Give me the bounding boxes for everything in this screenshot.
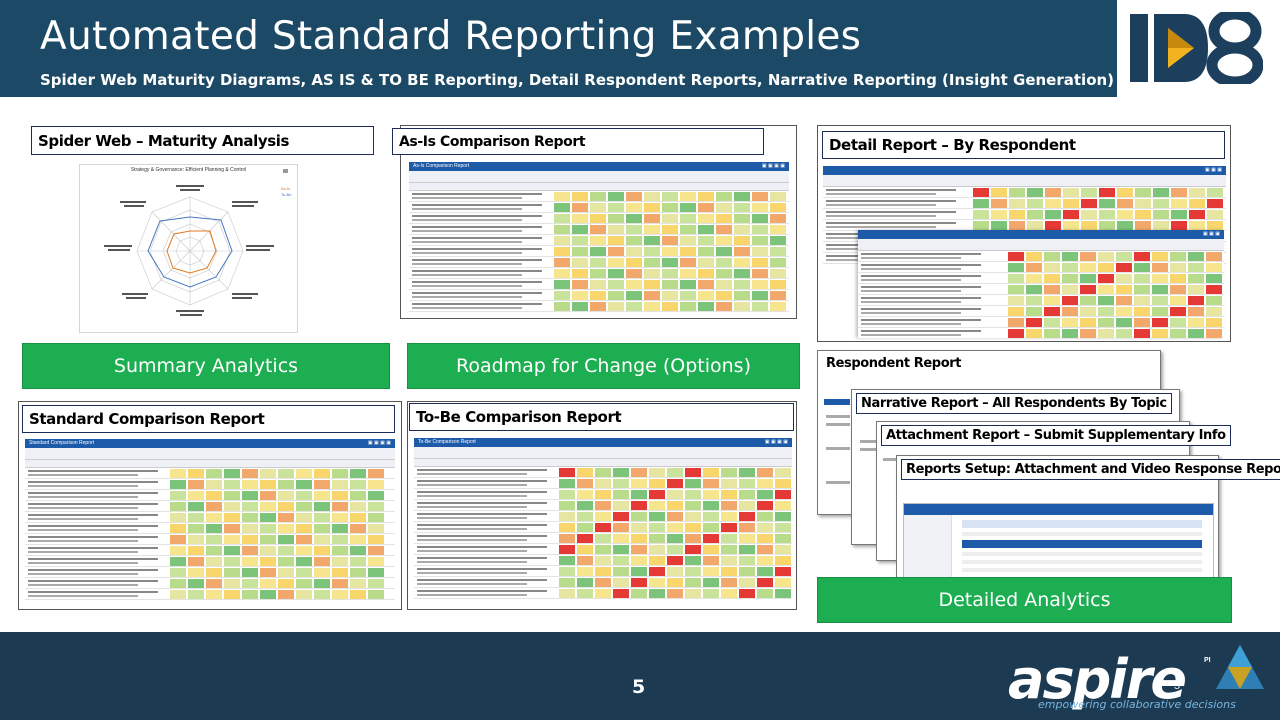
table-row [25,545,395,556]
standard-report-label: Standard Comparison Report [22,405,395,433]
table-row [409,224,789,235]
table-row [409,301,789,312]
table-row [25,578,395,589]
table-row [858,251,1224,262]
table-row [25,479,395,490]
slide-subtitle: Spider Web Maturity Diagrams, AS IS & TO… [40,71,1115,89]
table-row [25,556,395,567]
tobe-report-table: To-Be Comparison Report ▣ ▣ ▣ ▣ [414,438,792,605]
table-row [414,511,792,522]
reports-setup-label: Reports Setup: Attachment and Video Resp… [901,459,1280,480]
table-row [25,523,395,534]
table-row [414,522,792,533]
table-row [409,279,789,290]
table-row [25,490,395,501]
id8-logo [1130,12,1263,84]
slide: Automated Standard Reporting Examples Sp… [0,0,1280,720]
table-row [414,577,792,588]
tobe-bar-title: To-Be Comparison Report [418,439,476,445]
asis-bar-title: As-Is Comparison Report [413,163,470,169]
slide-title: Automated Standard Reporting Examples [40,14,862,59]
spider-web-thumbnail: Strategy & Governance: Efficient Plannin… [79,164,298,333]
table-row [414,500,792,511]
standard-bar-title: Standard Comparison Report [29,440,95,446]
table-row [409,191,789,202]
table-row [858,273,1224,284]
tobe-report-label: To-Be Comparison Report [409,403,794,431]
aspire-tagline: empowering collaborative decisions [1038,698,1236,711]
aspire-logo-sup: PI [1204,657,1211,664]
table-row [25,468,395,479]
table-row [25,501,395,512]
table-row [858,306,1224,317]
respondent-report-label: Respondent Report [822,354,966,373]
table-row [25,512,395,523]
detail-report-table-2: ▣ ▣ ▣ [858,230,1224,338]
detail-report-label: Detail Report – By Respondent [822,131,1225,159]
table-row [414,555,792,566]
summary-analytics-button[interactable]: Summary Analytics [22,343,390,389]
table-row [409,290,789,301]
asis-report-table: As-Is Comparison Report ▣ ▣ ▣ ▣ [409,162,789,315]
asis-report-label: As-Is Comparison Report [392,128,764,155]
table-row [823,209,1226,220]
spider-radar-chart [104,185,274,316]
table-row [414,478,792,489]
table-row [414,566,792,577]
table-row [414,489,792,500]
table-row [409,268,789,279]
reports-setup-card: Reports Setup: Attachment and Video Resp… [896,455,1280,583]
standard-report-table: Standard Comparison Report ▣ ▣ ▣ ▣ [25,439,395,605]
table-row [858,295,1224,306]
table-row [414,544,792,555]
roadmap-for-change-button[interactable]: Roadmap for Change (Options) [407,343,800,389]
table-row [25,589,395,600]
table-row [409,257,789,268]
spider-web-label: Spider Web – Maturity Analysis [31,126,374,155]
table-row [858,262,1224,273]
asis-report-bar: As-Is Comparison Report ▣ ▣ ▣ ▣ [409,162,789,171]
table-row [409,213,789,224]
table-row [823,187,1226,198]
table-row [409,235,789,246]
table-row [858,284,1224,295]
table-row [823,198,1226,209]
header-banner: Automated Standard Reporting Examples Sp… [0,0,1117,97]
narrative-report-label: Narrative Report – All Respondents By To… [856,393,1172,414]
table-row [25,567,395,578]
detailed-analytics-button[interactable]: Detailed Analytics [817,577,1232,623]
attachment-report-label: Attachment Report – Submit Supplementary… [881,425,1231,446]
table-row [409,246,789,257]
table-row [858,328,1224,338]
table-row [414,588,792,599]
page-number: 5 [632,676,646,698]
table-row [414,467,792,478]
table-row [25,534,395,545]
aspire-triangle-icon [1216,645,1264,689]
setup-app-screenshot [903,503,1214,580]
table-row [858,317,1224,328]
table-row [414,533,792,544]
table-row [409,202,789,213]
